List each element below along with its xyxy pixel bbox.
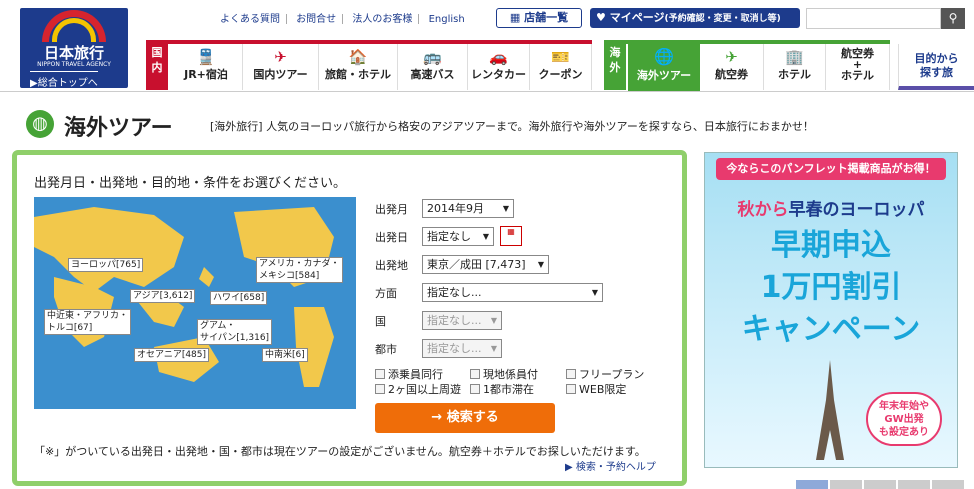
- check-local-staff[interactable]: 現地係員付: [470, 366, 538, 382]
- day-select[interactable]: 指定なし ▼: [422, 227, 494, 246]
- banner-headline: 今ならこのパンフレット掲載商品がお得！: [716, 158, 946, 180]
- chevron-down-icon: ▼: [591, 288, 598, 297]
- store-icon: ▦: [509, 11, 525, 24]
- nav-purpose-travel[interactable]: 目的から 探す旅: [898, 44, 974, 90]
- page-title: 海外ツアー: [64, 116, 173, 141]
- house-icon: 🏠: [348, 48, 368, 66]
- banner-line-3: キャンペーン: [741, 312, 921, 347]
- origin-select[interactable]: 東京／成田 [7,473] ▼: [422, 255, 549, 274]
- banner-line-1: 早期申込: [771, 228, 891, 263]
- site-search-input[interactable]: [806, 8, 941, 29]
- region-oceania[interactable]: オセアニア[485]: [134, 348, 210, 362]
- logo[interactable]: 日本旅行 NIPPON TRAVEL AGENCY ▶総合トップへ: [20, 8, 128, 89]
- corporate-link[interactable]: 法人のお客様: [352, 14, 412, 25]
- region-middle-east[interactable]: 中近東・アフリカ・ トルコ[67]: [44, 309, 132, 335]
- banner-subtitle: 秋から早春のヨーロッパ: [737, 200, 925, 220]
- region-guam-saipan[interactable]: グアム・ サイパン[1,316]: [197, 319, 273, 345]
- globe-icon: 🌐: [654, 47, 674, 66]
- nav-domestic-tour[interactable]: ✈ 国内ツアー: [243, 44, 319, 90]
- logo-name-en: NIPPON TRAVEL AGENCY: [37, 61, 111, 68]
- train-icon: 🚆: [196, 48, 216, 66]
- carousel-dot[interactable]: [932, 480, 964, 489]
- overseas-label: 海外: [604, 40, 626, 90]
- calendar-icon[interactable]: ▦: [500, 226, 522, 246]
- nav-highway-bus[interactable]: 🚌 高速バス: [398, 44, 468, 90]
- region-europe[interactable]: ヨーロッパ[765]: [68, 258, 144, 272]
- mypage-button[interactable]: ♥ マイページ(予約確認・変更・取消し等): [590, 8, 800, 28]
- region-latin-america[interactable]: 中南米[6]: [262, 348, 308, 362]
- direction-label: 方面: [375, 287, 397, 300]
- search-note: 「※」がついている出発日・出発地・国・都市は現在ツアーの設定がございません。航空…: [34, 445, 646, 458]
- month-select[interactable]: 2014年9月 ▼: [422, 199, 514, 218]
- page-description: [海外旅行] 人気のヨーロッパ旅行から格安のアジアツアーまで。海外旅行や海外ツア…: [210, 120, 814, 133]
- direction-select[interactable]: 指定なし... ▼: [422, 283, 603, 302]
- tab-overseas-tour[interactable]: 🌐 海外ツアー: [628, 40, 700, 91]
- country-select[interactable]: 指定なし... ▼: [422, 311, 502, 330]
- search-icon[interactable]: ⚲: [941, 8, 965, 29]
- check-multi-country[interactable]: 2ヶ国以上周遊: [375, 381, 461, 397]
- chevron-down-icon: ▼: [502, 204, 509, 213]
- search-prompt: 出発月日・出発地・目的地・条件をお選びください。: [34, 176, 347, 191]
- month-label: 出発月: [375, 203, 408, 216]
- search-help-link[interactable]: ▶ 検索・予約ヘルプ: [565, 458, 656, 473]
- plane-icon: ✈: [725, 48, 738, 66]
- nav-air-hotel[interactable]: 航空券 + ホテル: [826, 44, 890, 90]
- nav-rentacar[interactable]: 🚗 レンタカー: [468, 44, 530, 90]
- plane-icon: ✈: [274, 48, 287, 66]
- top-link[interactable]: ▶総合トップへ: [30, 71, 98, 89]
- mypage-sub: (予約確認・変更・取消し等): [664, 14, 781, 24]
- ticket-icon: 🎫: [551, 48, 570, 66]
- chevron-down-icon: ▼: [482, 232, 489, 241]
- nav-air-ticket[interactable]: ✈ 航空券: [700, 44, 764, 90]
- domestic-label: 国内: [146, 40, 168, 90]
- check-free-plan[interactable]: フリープラン: [566, 366, 644, 382]
- check-escort[interactable]: 添乗員同行: [375, 366, 443, 382]
- city-select[interactable]: 指定なし... ▼: [422, 339, 502, 358]
- nav-ryokan-hotel[interactable]: 🏠 旅館・ホテル: [319, 44, 398, 90]
- banner-line-2: 1万円割引: [760, 270, 902, 305]
- nav-overseas-hotel[interactable]: 🏢 ホテル: [764, 44, 826, 90]
- nav-coupon[interactable]: 🎫 クーポン: [530, 44, 592, 90]
- region-hawaii[interactable]: ハワイ[658]: [210, 291, 268, 305]
- search-button[interactable]: → 検索する: [375, 403, 555, 433]
- origin-label: 出発地: [375, 259, 408, 272]
- mypage-label: マイページ: [609, 11, 665, 24]
- chevron-down-icon: ▼: [490, 344, 497, 353]
- world-map: ヨーロッパ[765] アジア[3,612] 中近東・アフリカ・ トルコ[67] …: [34, 197, 356, 409]
- eiffel-tower-illustration: [816, 360, 844, 460]
- region-america[interactable]: アメリカ・カナダ・ メキシコ[584]: [256, 257, 343, 283]
- chevron-down-icon: ▼: [537, 260, 544, 269]
- city-label: 都市: [375, 343, 397, 356]
- car-icon: 🚗: [489, 48, 508, 66]
- globe-icon: ◍: [26, 110, 54, 138]
- carousel-dot[interactable]: [796, 480, 828, 489]
- contact-link[interactable]: お問合せ: [296, 14, 336, 25]
- util-links: よくある質問 お問合せ 法人のお客様 English: [214, 10, 471, 25]
- country-label: 国: [375, 315, 386, 328]
- banner-tag: 年末年始や GW出発 も設定あり: [866, 392, 942, 446]
- header-divider: [0, 91, 974, 92]
- bus-icon: 🚌: [423, 48, 442, 66]
- check-single-city[interactable]: 1都市滞在: [470, 381, 534, 397]
- building-icon: 🏢: [785, 48, 804, 66]
- nav-jr-hotel[interactable]: 🚆 JR+宿泊: [170, 44, 243, 90]
- carousel-dot[interactable]: [864, 480, 896, 489]
- store-list-button[interactable]: ▦ 店舗一覧: [496, 8, 582, 28]
- faq-link[interactable]: よくある質問: [220, 14, 280, 25]
- carousel-dot[interactable]: [830, 480, 862, 489]
- carousel-dot[interactable]: [898, 480, 930, 489]
- chevron-down-icon: ▼: [490, 316, 497, 325]
- check-web-only[interactable]: WEB限定: [566, 381, 626, 397]
- logo-name-jp: 日本旅行: [43, 44, 104, 62]
- day-label: 出発日: [375, 231, 408, 244]
- english-link[interactable]: English: [429, 14, 465, 25]
- heart-icon: ♥: [596, 11, 606, 24]
- world-map-shapes: [34, 207, 334, 387]
- region-asia[interactable]: アジア[3,612]: [130, 289, 196, 303]
